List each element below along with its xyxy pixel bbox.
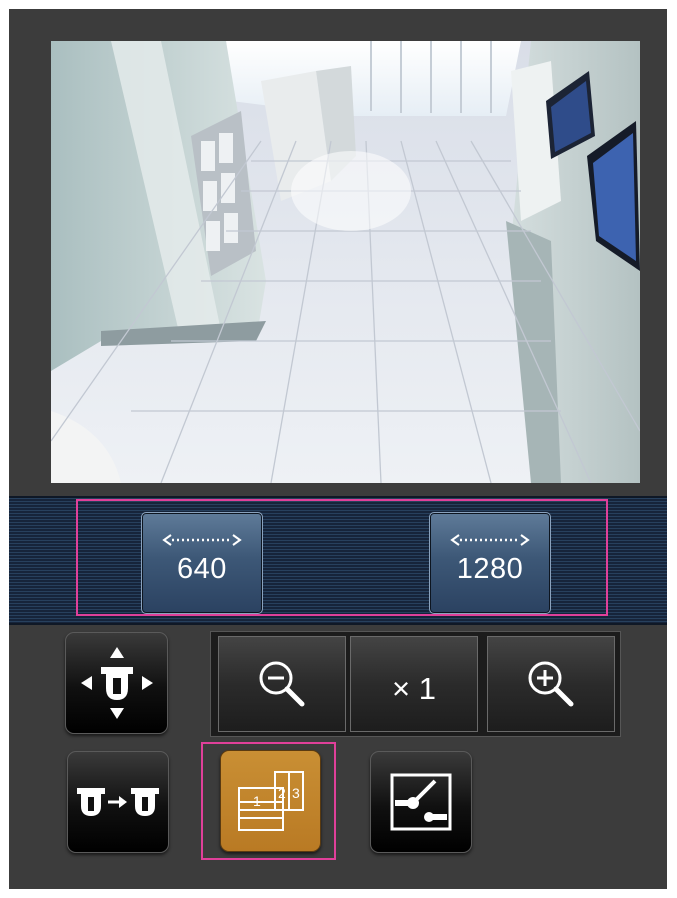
multi-screen-button[interactable]: 1 2 3 <box>220 750 321 852</box>
preset-position-icon <box>390 773 452 831</box>
resolution-1280-label: 1280 <box>456 553 524 585</box>
camera-switch-icon <box>77 788 159 816</box>
zoom-level-label: × 1 <box>392 671 436 706</box>
zoom-out-button[interactable] <box>218 636 346 732</box>
resize-arrows-icon <box>162 534 242 546</box>
camera-live-image <box>51 41 640 483</box>
pan-tilt-button[interactable] <box>65 632 168 734</box>
resize-arrows-icon <box>450 534 530 546</box>
multi-screen-label-3: 3 <box>292 785 300 801</box>
resolution-640-label: 640 <box>177 553 227 585</box>
multi-screen-label-1: 1 <box>253 793 261 809</box>
pan-tilt-arrows-icon <box>80 647 153 719</box>
zoom-control-group: × 1 <box>210 631 621 737</box>
zoom-in-icon <box>528 661 574 707</box>
preset-position-button[interactable] <box>370 751 472 853</box>
multi-screen-icon: 1 2 3 <box>237 771 304 831</box>
resolution-640-button[interactable]: 640 <box>141 512 263 614</box>
camera-viewer-frame: 640 1280 × 1 1 2 3 <box>9 9 667 889</box>
camera-image-svg <box>51 41 640 483</box>
zoom-in-button[interactable] <box>487 636 615 732</box>
zoom-level-button[interactable]: × 1 <box>350 636 478 732</box>
multi-screen-label-2: 2 <box>278 785 286 801</box>
camera-switch-button[interactable] <box>67 751 169 853</box>
zoom-out-icon <box>259 661 305 707</box>
resolution-1280-button[interactable]: 1280 <box>429 512 551 614</box>
resolution-bar: 640 1280 <box>9 496 667 625</box>
